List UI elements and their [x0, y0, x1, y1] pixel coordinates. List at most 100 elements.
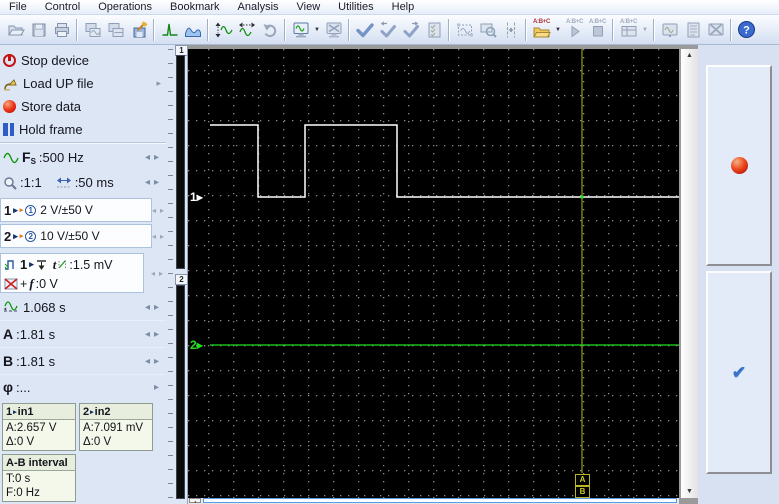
- sampling-rate-row[interactable]: FS :500 Hz ◂ ▸: [0, 145, 166, 170]
- spinner-left-icon[interactable]: ◂: [145, 302, 150, 313]
- load-file-icon: [4, 79, 17, 91]
- sequence-play-icon[interactable]: A:B+C: [563, 18, 586, 42]
- check-prev-icon[interactable]: [376, 18, 399, 42]
- open-file-icon[interactable]: [4, 18, 27, 42]
- sequence-stop-icon[interactable]: A:B+C: [586, 18, 609, 42]
- menu-help[interactable]: Help: [383, 0, 424, 14]
- scope-display-icon[interactable]: [289, 18, 312, 42]
- menu-view[interactable]: View: [288, 0, 330, 14]
- spinner-left-icon[interactable]: ◂: [145, 177, 150, 188]
- trigger-settings[interactable]: 1 ▸ t :1.5 mV + f :0 V: [0, 253, 144, 293]
- right-action-panel: ✔: [698, 45, 779, 504]
- spinner-left-icon[interactable]: ◂: [145, 152, 150, 163]
- scope-vertical-scrollbar[interactable]: ▲ ▼: [680, 49, 698, 498]
- sequence-open-dropdown[interactable]: ▼: [553, 18, 563, 42]
- cursor-intersection-marker: [580, 195, 584, 199]
- check-list-icon[interactable]: [422, 18, 445, 42]
- report-icon[interactable]: [681, 18, 704, 42]
- spinner-left-icon[interactable]: ◂: [145, 329, 150, 340]
- channel-1-settings[interactable]: 1 ▸ ▸ 1 2 V/±50 V: [0, 198, 152, 222]
- menu-file[interactable]: File: [0, 0, 36, 14]
- spinner-right-icon[interactable]: ▸: [159, 269, 163, 278]
- load-up-file-button[interactable]: Load UP file ▸: [0, 72, 166, 95]
- scope-horizontal-scrollbar[interactable]: ◂: [188, 498, 679, 504]
- spinner-left-icon[interactable]: ◂: [152, 206, 156, 215]
- spinner-right-icon[interactable]: ▸: [154, 152, 159, 163]
- spinner-right-icon[interactable]: ▸: [154, 329, 159, 340]
- channel-2-marker[interactable]: 2 ▶: [190, 338, 203, 352]
- spinner-left-icon[interactable]: ◂: [152, 232, 156, 241]
- cursor-a-handle[interactable]: A: [575, 474, 590, 486]
- marker-arrow-icon: ▶: [196, 340, 203, 350]
- channel-1-marker[interactable]: 1 ▶: [190, 190, 203, 204]
- spinner-right-icon[interactable]: ▸: [154, 382, 159, 393]
- select-region-icon[interactable]: [453, 18, 476, 42]
- spinner-right-icon[interactable]: ▸: [154, 302, 159, 313]
- zoom-sweep-row[interactable]: :1:1 :50 ms ◂ ▸: [0, 170, 166, 195]
- undo-icon[interactable]: [258, 18, 281, 42]
- time-window-spinner: ◂ ▸: [145, 302, 163, 313]
- waveform-blue-icon[interactable]: [181, 18, 204, 42]
- menu-operations[interactable]: Operations: [89, 0, 161, 14]
- stop-device-button[interactable]: Stop device: [0, 49, 166, 72]
- check-next-icon[interactable]: [399, 18, 422, 42]
- save-icon[interactable]: [27, 18, 50, 42]
- record-icon: [3, 100, 16, 113]
- paste-waveform-icon[interactable]: [104, 18, 127, 42]
- spinner-right-icon[interactable]: ▸: [160, 232, 164, 241]
- display-close-icon[interactable]: [704, 18, 727, 42]
- print-icon[interactable]: [50, 18, 73, 42]
- cursor-b-row[interactable]: B :1.81 s ◂ ▸: [0, 347, 166, 374]
- menu-analysis[interactable]: Analysis: [229, 0, 288, 14]
- scope-close-icon[interactable]: [322, 18, 345, 42]
- cursor-a-row[interactable]: A :1.81 s ◂ ▸: [0, 320, 166, 347]
- sequence-table-icon[interactable]: A:B+C: [617, 18, 640, 42]
- meter-in2-amplitude: A:7.091 mV: [83, 422, 144, 434]
- display-wave-icon[interactable]: [658, 18, 681, 42]
- spinner-right-icon[interactable]: ▸: [154, 177, 159, 188]
- single-pulse-icon[interactable]: [158, 18, 181, 42]
- sequence-open-icon[interactable]: A:B+C: [530, 18, 553, 42]
- meter-ab-time: T:0 s: [6, 473, 31, 485]
- channel-1-level-track[interactable]: [176, 55, 185, 269]
- scope-display-dropdown[interactable]: ▼: [312, 18, 322, 42]
- meter-in1-header: 1 ▸ in1: [3, 404, 75, 420]
- trigger-row[interactable]: 1 ▸ t :1.5 mV + f :0 V ◂ ▸: [0, 251, 166, 295]
- phase-row[interactable]: φ :... ▸: [0, 374, 166, 399]
- marker-arrow-icon: ▶: [196, 192, 203, 202]
- horizontal-scroll-thumb[interactable]: [203, 498, 677, 503]
- spinner-right-icon[interactable]: ▸: [154, 356, 159, 367]
- confirm-panel-button[interactable]: ✔: [706, 271, 772, 474]
- copy-waveform-icon[interactable]: [81, 18, 104, 42]
- scroll-down-icon[interactable]: ▼: [681, 488, 698, 495]
- help-icon[interactable]: ?: [735, 18, 758, 42]
- accept-check-icon[interactable]: [353, 18, 376, 42]
- time-window-row[interactable]: 1.068 s ◂ ▸: [0, 295, 166, 320]
- menu-utilities[interactable]: Utilities: [329, 0, 382, 14]
- menu-bookmark[interactable]: Bookmark: [161, 0, 229, 14]
- cursor-a-spinner: ◂ ▸: [145, 329, 163, 340]
- spinner-left-icon[interactable]: ◂: [151, 269, 155, 278]
- setup-save-icon[interactable]: [127, 18, 150, 42]
- scroll-left-button[interactable]: ◂: [189, 498, 201, 504]
- sequence-table-dropdown[interactable]: ▼: [640, 18, 650, 42]
- channel-2-settings[interactable]: 2 ▸ ▸ 2 10 V/±50 V: [0, 224, 152, 248]
- cursor-b-spinner: ◂ ▸: [145, 356, 163, 367]
- cursors-icon[interactable]: [499, 18, 522, 42]
- hold-frame-button[interactable]: Hold frame: [0, 118, 166, 141]
- scale-wave-vertical-icon[interactable]: [212, 18, 235, 42]
- channel-2-level-track[interactable]: [176, 285, 185, 499]
- cursor-b-handle[interactable]: B: [575, 486, 590, 498]
- record-panel-button[interactable]: [706, 65, 772, 266]
- menu-control[interactable]: Control: [36, 0, 89, 14]
- channel-2-row[interactable]: 2 ▸ ▸ 2 10 V/±50 V ◂ ▸: [0, 223, 166, 249]
- spinner-left-icon[interactable]: ◂: [145, 356, 150, 367]
- scale-wave-horizontal-icon[interactable]: [235, 18, 258, 42]
- zoom-region-icon[interactable]: [476, 18, 499, 42]
- store-data-button[interactable]: Store data: [0, 95, 166, 118]
- sine-icon: [3, 152, 19, 163]
- spinner-right-icon[interactable]: ▸: [160, 206, 164, 215]
- scroll-up-icon[interactable]: ▲: [681, 52, 698, 59]
- channel-1-row[interactable]: 1 ▸ ▸ 1 2 V/±50 V ◂ ▸: [0, 197, 166, 223]
- scope-canvas[interactable]: 1 ▶ 2 ▶ A B: [188, 49, 679, 498]
